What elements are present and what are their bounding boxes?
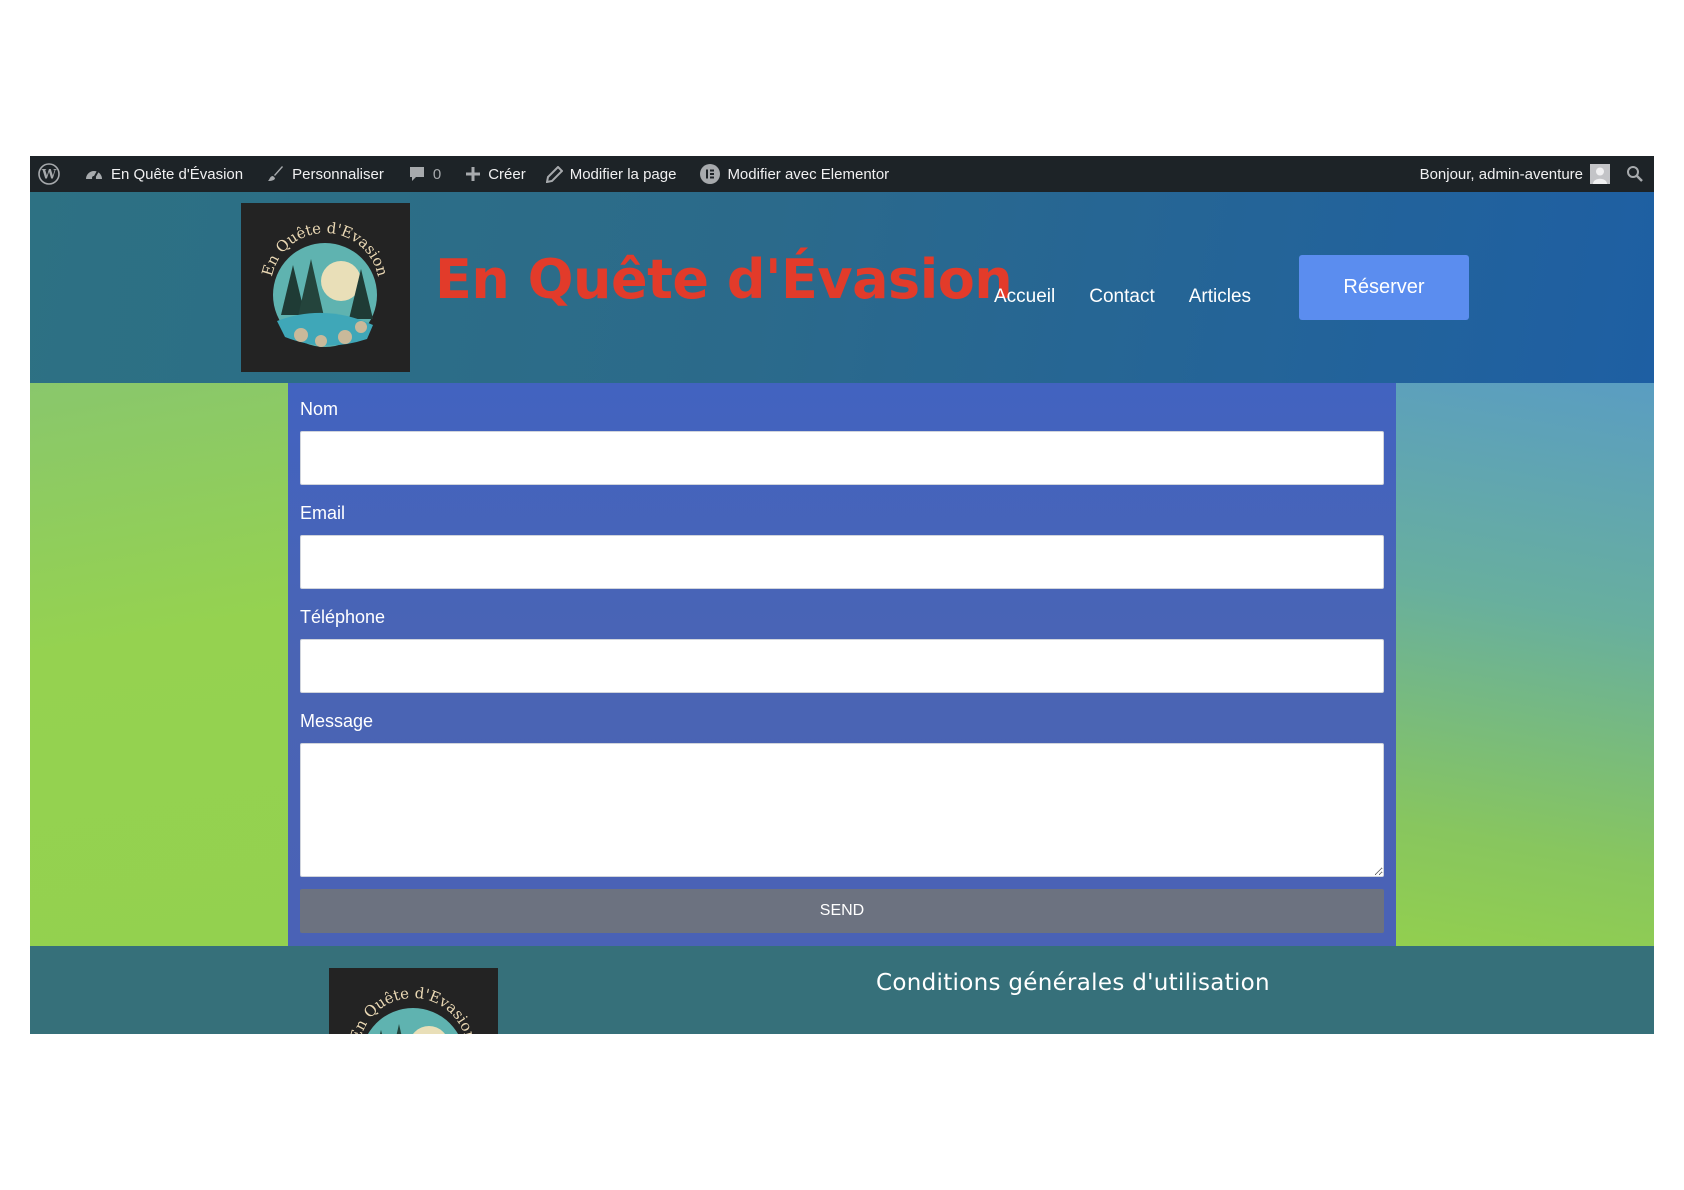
main-content: Nom Email Téléphone Message SEND: [30, 383, 1654, 946]
main-navigation: Accueil Contact Articles: [994, 286, 1251, 308]
comments-count: 0: [432, 165, 442, 183]
greeting-label: Bonjour, admin-aventure: [1419, 165, 1583, 183]
comment-bubble-icon: [408, 165, 426, 183]
site-logo[interactable]: En Quête d'Evasion: [241, 203, 410, 372]
contact-form: Nom Email Téléphone Message SEND: [288, 383, 1396, 946]
admin-bar-secondary: Bonjour, admin-aventure: [1412, 156, 1654, 192]
admin-bar-account[interactable]: Bonjour, admin-aventure: [1412, 156, 1618, 192]
site-name-label: En Quête d'Évasion: [111, 165, 244, 183]
message-field[interactable]: [300, 743, 1384, 877]
footer-logo[interactable]: En Quête d'Evasion: [329, 968, 498, 1034]
site-title[interactable]: En Quête d'Évasion: [435, 248, 1013, 311]
message-label: Message: [300, 711, 374, 731]
admin-bar-edit-page[interactable]: Modifier la page: [538, 156, 685, 192]
admin-bar-search[interactable]: [1618, 156, 1654, 192]
elementor-label: Modifier avec Elementor: [727, 165, 890, 183]
email-label: Email: [300, 503, 346, 523]
reserve-button[interactable]: Réserver: [1299, 255, 1469, 320]
send-button[interactable]: SEND: [300, 889, 1384, 933]
name-label: Nom: [300, 399, 339, 419]
customize-label: Personnaliser: [292, 165, 384, 183]
wordpress-icon: W: [38, 163, 60, 185]
admin-bar-elementor[interactable]: Modifier avec Elementor: [692, 156, 897, 192]
plus-icon: [465, 166, 481, 182]
browser-viewport: W En Quête d'Évasion Personnaliser 0 Cré…: [30, 156, 1654, 1034]
site-footer: En Quête d'Evasion Conditions générales …: [30, 946, 1654, 1034]
elementor-icon: [700, 164, 721, 184]
admin-bar: W En Quête d'Évasion Personnaliser 0 Cré…: [30, 156, 1654, 192]
site-header: En Quête d'Evasion En Quête d'Évasion Ac…: [30, 192, 1654, 383]
avatar: [1590, 164, 1610, 184]
admin-bar-site-name[interactable]: En Quête d'Évasion: [76, 156, 251, 192]
svg-text:W: W: [41, 168, 57, 183]
terms-link[interactable]: Conditions générales d'utilisation: [876, 970, 1270, 996]
admin-bar-customize[interactable]: Personnaliser: [259, 156, 392, 192]
admin-bar-comments[interactable]: 0: [400, 156, 449, 192]
edit-page-label: Modifier la page: [569, 165, 677, 183]
name-field[interactable]: [300, 431, 1384, 485]
email-field[interactable]: [300, 535, 1384, 589]
admin-bar-new[interactable]: Créer: [457, 156, 534, 192]
phone-label: Téléphone: [300, 607, 386, 627]
dashboard-icon: [84, 165, 104, 183]
search-icon: [1626, 165, 1644, 183]
nav-item-articles[interactable]: Articles: [1189, 286, 1251, 308]
pencil-icon: [545, 165, 563, 183]
paintbrush-icon: [267, 165, 285, 183]
left-background: [30, 383, 288, 946]
nav-item-contact[interactable]: Contact: [1089, 286, 1154, 308]
phone-field[interactable]: [300, 639, 1384, 693]
new-label: Créer: [488, 165, 526, 183]
right-background: [1396, 383, 1654, 946]
nav-item-accueil[interactable]: Accueil: [994, 286, 1055, 308]
wordpress-logo-button[interactable]: W: [30, 156, 68, 192]
